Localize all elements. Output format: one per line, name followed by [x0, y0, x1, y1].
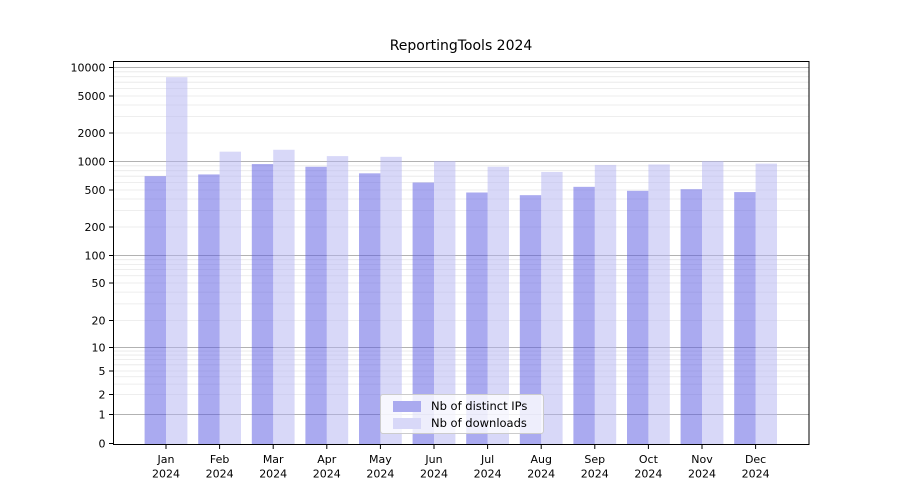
x-tick-label-month: Jun — [424, 453, 442, 466]
chart-figure: 0 1 2 5 10 20 50 100 200 500 1000 2000 5000 10000 Jan 2… — [0, 0, 900, 500]
x-tick-label-year: 2024 — [259, 468, 287, 481]
legend-swatch-downloads-icon — [393, 418, 421, 429]
y-tick-label: 10 — [92, 342, 106, 355]
x-tick-label-month: Jan — [157, 453, 175, 466]
y-tick-label: 1000 — [78, 156, 106, 169]
bar-downloads — [273, 150, 294, 445]
bar-distinct-ips — [359, 173, 380, 444]
x-tick-label-year: 2024 — [634, 468, 662, 481]
y-tick-label: 5 — [99, 365, 106, 378]
bar-distinct-ips — [681, 189, 702, 444]
y-tick-label: 10000 — [71, 62, 106, 75]
y-tick-label: 5000 — [78, 90, 106, 103]
bar-distinct-ips — [573, 187, 594, 445]
x-tick-label-month: Mar — [263, 453, 284, 466]
x-tick-label-year: 2024 — [366, 468, 394, 481]
y-tick-label: 0 — [99, 438, 106, 451]
x-tick-label-month: Feb — [210, 453, 229, 466]
x-tick-label-year: 2024 — [742, 468, 770, 481]
bar-downloads — [327, 156, 348, 444]
bar-downloads — [220, 152, 241, 445]
bar-distinct-ips — [734, 192, 755, 444]
x-tick-label-month: Sep — [584, 453, 605, 466]
y-tick-label: 2 — [99, 389, 106, 402]
x-tick-label-month: Apr — [317, 453, 337, 466]
legend-label-distinct-ips: Nb of distinct IPs — [431, 399, 527, 413]
legend-label-downloads: Nb of downloads — [431, 416, 527, 430]
bar-downloads — [595, 165, 616, 445]
legend-entry-downloads: Nb of downloads — [393, 416, 536, 430]
y-tick-label: 200 — [85, 221, 106, 234]
x-tick-label-year: 2024 — [688, 468, 716, 481]
x-tick-label-month: Aug — [530, 453, 551, 466]
y-tick-label: 2000 — [78, 127, 106, 140]
bar-distinct-ips — [305, 167, 326, 445]
x-tick-label-year: 2024 — [206, 468, 234, 481]
y-tick-label: 50 — [92, 277, 106, 290]
x-tick-label-year: 2024 — [581, 468, 609, 481]
x-tick-label-year: 2024 — [313, 468, 341, 481]
y-tick-label: 500 — [85, 184, 106, 197]
bar-downloads — [541, 172, 562, 445]
bar-downloads — [702, 161, 723, 444]
x-tick-label-year: 2024 — [474, 468, 502, 481]
x-tick-label-month: Nov — [691, 453, 713, 466]
x-tick-label-year: 2024 — [152, 468, 180, 481]
y-tick-label: 100 — [85, 250, 106, 263]
chart-title: ReportingTools 2024 — [113, 38, 809, 54]
bar-downloads — [166, 77, 187, 444]
bar-downloads — [648, 164, 669, 444]
bar-distinct-ips — [252, 164, 273, 444]
legend-swatch-distinct-ips-icon — [393, 401, 421, 412]
x-tick-label-year: 2024 — [420, 468, 448, 481]
y-tick-label: 20 — [92, 315, 106, 328]
x-tick-label-month: Jul — [480, 453, 494, 466]
y-tick-label: 1 — [99, 409, 106, 422]
bar-distinct-ips — [627, 191, 648, 445]
legend: Nb of distinct IPs Nb of downloads — [380, 394, 544, 434]
x-tick-label-month: Dec — [745, 453, 766, 466]
bar-distinct-ips — [198, 174, 219, 444]
x-tick-label-month: May — [369, 453, 392, 466]
legend-entry-distinct-ips: Nb of distinct IPs — [393, 399, 536, 413]
x-tick-label-year: 2024 — [527, 468, 555, 481]
x-tick-label-month: Oct — [639, 453, 659, 466]
bar-downloads — [756, 164, 777, 445]
bar-distinct-ips — [145, 176, 166, 444]
